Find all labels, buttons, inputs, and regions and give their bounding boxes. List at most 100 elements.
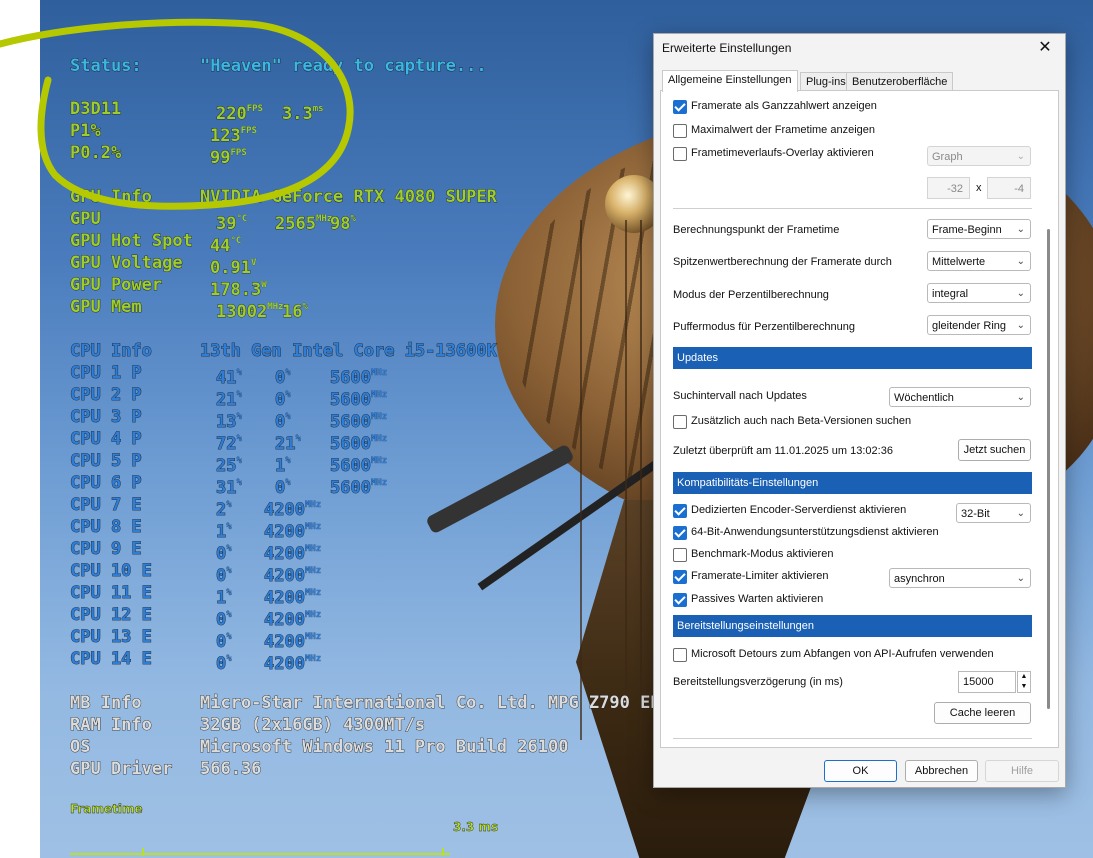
benchmark-checkbox[interactable] (673, 548, 687, 562)
osd-value-unit: % (226, 632, 232, 642)
osd-row-value: 0% (216, 648, 232, 675)
osd-row-label: GPU Driver (70, 759, 173, 780)
tab-general[interactable]: Allgemeine Einstellungen (662, 70, 798, 92)
chevron-down-icon: ⌄ (1016, 508, 1025, 519)
max-frametime-checkbox[interactable] (673, 124, 687, 138)
overlay-mode-value: Graph (932, 151, 963, 163)
close-icon[interactable]: ✕ (1031, 36, 1059, 60)
osd-value-number: Micro-Star International Co. Ltd. MPG Z7… (200, 693, 682, 714)
osd-value-unit: MHz (304, 588, 322, 598)
passive-wait-checkbox[interactable] (673, 593, 687, 607)
airship-rope (640, 220, 642, 740)
osd-status-value: "Heaven" ready to capture... (200, 56, 487, 77)
osd-row-label: CPU 5 P (70, 451, 142, 472)
osd-value-unit: % (226, 654, 232, 664)
percentile-mode-select[interactable]: integral ⌄ (927, 283, 1031, 303)
update-interval-label: Suchintervall nach Updates (673, 390, 807, 402)
cancel-button[interactable]: Abbrechen (905, 760, 978, 782)
osd-row-label: CPU 8 E (70, 517, 142, 538)
percentile-mode-value: integral (932, 288, 969, 300)
osd-row-value: 13002MHz (216, 296, 284, 323)
encoder-select[interactable]: 32-Bit ⌄ (956, 503, 1031, 523)
osd-value-unit: % (302, 302, 308, 312)
osd-row-value: Micro-Star International Co. Ltd. MPG Z7… (200, 692, 682, 714)
settings-scrollbar[interactable] (1047, 229, 1050, 709)
buffer-mode-select[interactable]: gleitender Ring ⌄ (927, 315, 1031, 335)
osd-value-unit: MHz (304, 632, 322, 642)
advanced-settings-dialog: Erweiterte Einstellungen ✕ Allgemeine Ei… (653, 33, 1066, 788)
osd-row-label: CPU 2 P (70, 385, 142, 406)
overlay-mode-select[interactable]: Graph ⌄ (927, 146, 1031, 166)
osd-row-label: P0.2% (70, 143, 122, 164)
osd-row-label: CPU 11 E (70, 583, 153, 604)
chevron-down-icon: ⌄ (1016, 392, 1025, 403)
limiter-checkbox[interactable] (673, 570, 687, 584)
osd-value-number: 4200 (264, 654, 306, 675)
osd-value-number: 2565 (275, 214, 317, 235)
frametime-graph-tick (142, 848, 144, 856)
osd-row-value: 5600MHz (330, 472, 388, 499)
osd-row-label: CPU 7 E (70, 495, 142, 516)
x64-service-checkbox[interactable] (673, 526, 687, 540)
search-now-button[interactable]: Jetzt suchen (958, 439, 1031, 461)
overlay-height-field[interactable]: -4 (987, 177, 1031, 199)
tab-plugins[interactable]: Plug-ins (800, 72, 852, 91)
osd-row-label: CPU 3 P (70, 407, 142, 428)
osd-status-label: Status: (70, 56, 142, 77)
osd-row-value: 16% (282, 296, 308, 323)
chevron-down-icon: ⌄ (1016, 224, 1025, 235)
overlay-width-field[interactable]: -32 (927, 177, 970, 199)
beta-checkbox[interactable] (673, 415, 687, 429)
osd-value-number: 0 (216, 654, 227, 675)
osd-row-label: GPU Hot Spot (70, 231, 194, 252)
frametime-graph-tick (442, 848, 444, 856)
osd-value-unit: % (236, 478, 242, 488)
osd-row-label: GPU Voltage (70, 253, 183, 274)
osd-row-label: CPU 14 E (70, 649, 153, 670)
peak-calc-select[interactable]: Mittelwerte ⌄ (927, 251, 1031, 271)
limiter-select[interactable]: asynchron ⌄ (889, 568, 1031, 588)
frametime-overlay-label: Frametimeverlaufs-Overlay aktivieren (691, 147, 874, 159)
encoder-checkbox[interactable] (673, 504, 687, 518)
osd-value-unit: MHz (370, 412, 388, 422)
osd-value-unit: MHz (370, 434, 388, 444)
help-button[interactable]: Hilfe (985, 760, 1059, 782)
benchmark-label: Benchmark-Modus aktivieren (691, 548, 834, 560)
tab-ui[interactable]: Benutzeroberfläche (846, 72, 954, 91)
osd-value-unit: % (226, 500, 232, 510)
osd-row-label: CPU 4 P (70, 429, 142, 450)
update-interval-value: Wöchentlich (894, 392, 954, 404)
x64-service-label: 64-Bit-Anwendungsunterstützungsdienst ak… (691, 526, 939, 538)
osd-value-unit: % (226, 544, 232, 554)
osd-value-unit: % (226, 566, 232, 576)
encoder-value: 32-Bit (961, 508, 990, 520)
osd-value-unit: MHz (304, 654, 322, 664)
osd-value-number: 5600 (330, 478, 372, 499)
ok-button[interactable]: OK (824, 760, 897, 782)
osd-value-unit: MHz (304, 500, 322, 510)
frametime-overlay-checkbox[interactable] (673, 147, 687, 161)
osd-value-number: 16 (282, 302, 303, 323)
osd-row-label: CPU 1 P (70, 363, 142, 384)
detours-checkbox[interactable] (673, 648, 687, 662)
airship-rope (580, 220, 582, 740)
deploy-delay-stepper[interactable]: ▲ ▼ (1017, 671, 1031, 693)
buffer-mode-value: gleitender Ring (932, 320, 1006, 332)
update-interval-select[interactable]: Wöchentlich ⌄ (889, 387, 1031, 407)
calc-point-value: Frame-Beginn (932, 224, 1002, 236)
osd-value-unit: % (285, 412, 291, 422)
framerate-integer-checkbox[interactable] (673, 100, 687, 114)
osd-row-label: OS (70, 737, 91, 758)
osd-row-label: D3D11 (70, 99, 122, 120)
osd-row-label: CPU Info (70, 341, 153, 362)
osd-value-unit: % (226, 610, 232, 620)
osd-value-unit: % (226, 588, 232, 598)
osd-row-value: Microsoft Windows 11 Pro Build 26100 (200, 736, 569, 758)
osd-row-value: 566.36 (200, 758, 262, 780)
osd-row-label: P1% (70, 121, 102, 142)
clear-cache-button[interactable]: Cache leeren (934, 702, 1031, 724)
deploy-delay-input[interactable]: 15000 (958, 671, 1016, 693)
osd-value-unit: MHz (304, 610, 322, 620)
peak-calc-value: Mittelwerte (932, 256, 986, 268)
calc-point-select[interactable]: Frame-Beginn ⌄ (927, 219, 1031, 239)
